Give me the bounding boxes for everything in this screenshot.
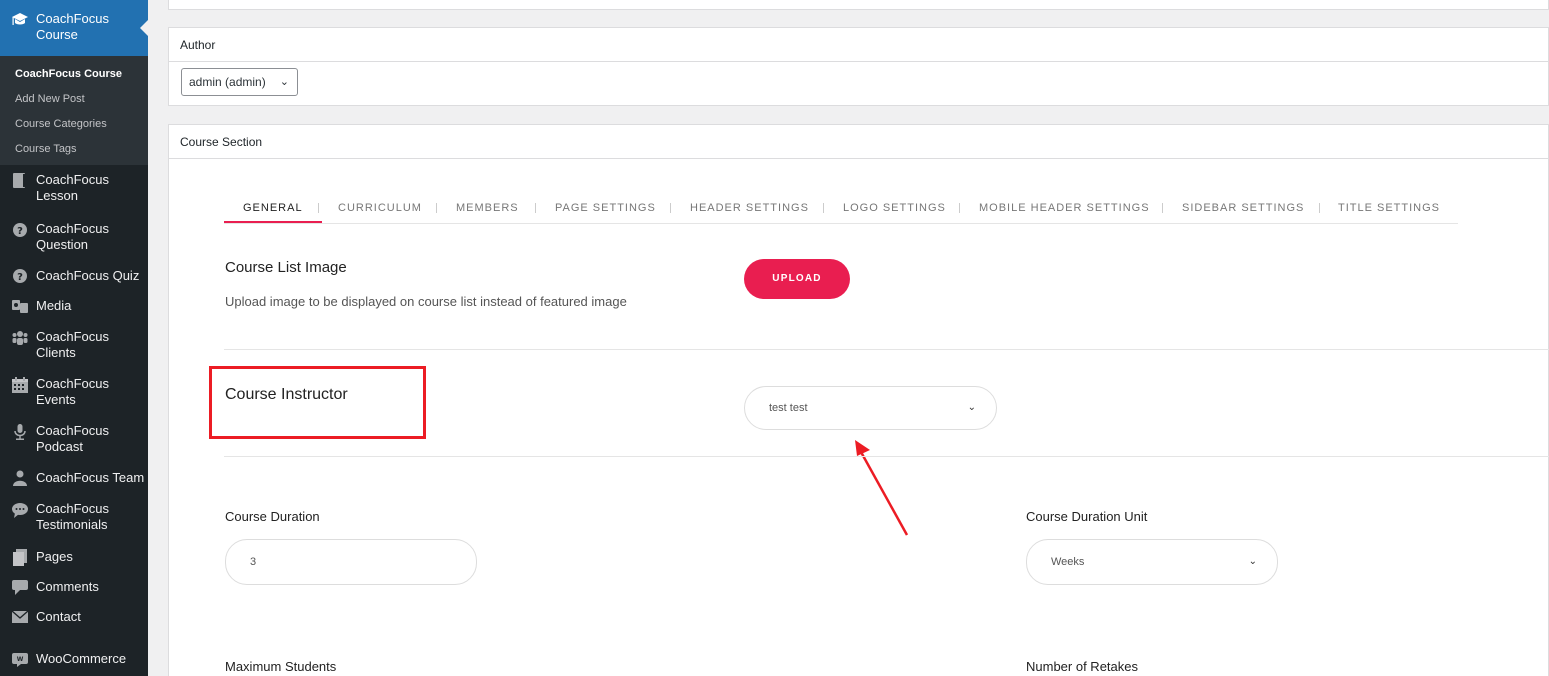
graduation-cap-icon <box>12 13 28 25</box>
sidebar-item-label: CoachFocus Course <box>36 11 109 42</box>
course-duration-value: 3 <box>250 556 257 568</box>
course-list-image-description: Upload image to be displayed on course l… <box>225 294 627 309</box>
envelope-icon <box>11 610 29 623</box>
sidebar-item-label: Comments <box>36 579 99 594</box>
tab-separator <box>318 203 319 213</box>
submenu-item-course-tags[interactable]: Course Tags <box>0 137 148 162</box>
course-instructor-select[interactable]: test test ⌄ <box>744 386 997 430</box>
sidebar-item-testimonials[interactable]: CoachFocus Testimonials <box>0 501 148 541</box>
course-duration-unit-value: Weeks <box>1051 556 1085 568</box>
sidebar-item-label: CoachFocus Clients <box>36 329 109 360</box>
sidebar-item-label: WooCommerce <box>36 651 127 666</box>
comment-icon <box>12 580 28 595</box>
sidebar-item-lesson[interactable]: CoachFocus Lesson <box>0 172 148 212</box>
person-icon <box>13 470 27 486</box>
tab-separator <box>436 203 437 213</box>
author-metabox: Author admin (admin) ⌄ <box>168 27 1549 106</box>
sidebar-item-label: Media <box>36 298 72 313</box>
chevron-down-icon: ⌄ <box>1248 556 1257 567</box>
tab-mobile-header-settings[interactable]: MOBILE HEADER SETTINGS <box>979 196 1150 223</box>
author-select-value: admin (admin) <box>189 75 266 89</box>
submenu-item-course-categories[interactable]: Course Categories <box>0 112 148 137</box>
sidebar-item-label: CoachFocus Lesson <box>36 172 109 203</box>
tab-header-settings[interactable]: HEADER SETTINGS <box>690 196 809 223</box>
sidebar-item-label: CoachFocus Question <box>36 221 109 252</box>
speech-bubble-icon <box>12 503 28 518</box>
tab-separator <box>535 203 536 213</box>
course-duration-label: Course Duration <box>225 509 320 524</box>
tab-separator <box>670 203 671 213</box>
sidebar-submenu: CoachFocus Course Add New Post Course Ca… <box>0 56 148 165</box>
question-circle-icon: ? <box>13 269 27 283</box>
sidebar-item-contact[interactable]: Contact <box>0 608 148 628</box>
sidebar-item-media[interactable]: Media <box>0 297 148 317</box>
course-instructor-value: test test <box>769 402 808 414</box>
sidebar-item-quiz[interactable]: ? CoachFocus Quiz <box>0 267 148 287</box>
number-of-retakes-label: Number of Retakes <box>1026 659 1138 674</box>
tab-logo-settings[interactable]: LOGO SETTINGS <box>843 196 946 223</box>
settings-tabs: GENERAL CURRICULUM MEMBERS PAGE SETTINGS… <box>224 196 1458 224</box>
sidebar-item-pages[interactable]: Pages <box>0 548 148 568</box>
sidebar-item-label: CoachFocus Podcast <box>36 423 109 454</box>
tab-general[interactable]: GENERAL <box>224 196 322 223</box>
tab-separator <box>823 203 824 213</box>
previous-metabox <box>168 0 1549 10</box>
sidebar-item-comments[interactable]: Comments <box>0 578 148 598</box>
tab-title-settings[interactable]: TITLE SETTINGS <box>1338 196 1440 223</box>
sidebar-item-label: Contact <box>36 609 81 624</box>
divider <box>224 456 1549 457</box>
tab-separator <box>959 203 960 213</box>
svg-text:?: ? <box>17 272 23 283</box>
maximum-students-label: Maximum Students <box>225 659 337 674</box>
sidebar-item-label: CoachFocus Quiz <box>36 268 140 283</box>
users-icon <box>12 331 28 345</box>
calendar-icon <box>12 377 28 393</box>
tab-members[interactable]: MEMBERS <box>456 196 519 223</box>
upload-button[interactable]: UPLOAD <box>744 259 850 299</box>
media-icon <box>12 300 28 313</box>
pages-icon <box>13 549 27 566</box>
svg-text:?: ? <box>17 226 23 237</box>
chevron-down-icon: ⌄ <box>967 402 976 413</box>
sidebar-item-question[interactable]: ? CoachFocus Question <box>0 221 148 261</box>
tab-separator <box>1319 203 1320 213</box>
book-icon <box>13 173 25 188</box>
sidebar-item-label: Pages <box>36 549 73 564</box>
sidebar-item-label: CoachFocus Events <box>36 376 109 407</box>
current-menu-arrow <box>140 20 148 36</box>
course-duration-unit-select[interactable]: Weeks ⌄ <box>1026 539 1278 585</box>
annotation-arrow <box>855 440 909 536</box>
svg-text:W: W <box>17 656 24 663</box>
question-circle-icon: ? <box>13 223 27 237</box>
sidebar-item-podcast[interactable]: CoachFocus Podcast <box>0 423 148 463</box>
sidebar-item-woocommerce[interactable]: W WooCommerce <box>0 650 148 670</box>
sidebar-item-team[interactable]: CoachFocus Team <box>0 469 148 489</box>
tab-sidebar-settings[interactable]: SIDEBAR SETTINGS <box>1182 196 1304 223</box>
chevron-down-icon: ⌄ <box>279 76 289 88</box>
sidebar-item-coachfocus-course[interactable]: CoachFocus Course <box>0 0 148 56</box>
course-duration-unit-label: Course Duration Unit <box>1026 509 1148 524</box>
sidebar-item-events[interactable]: CoachFocus Events <box>0 376 148 416</box>
author-select[interactable]: admin (admin) ⌄ <box>181 68 298 96</box>
microphone-icon <box>14 424 26 440</box>
author-heading: Author <box>169 28 1548 62</box>
course-duration-input[interactable]: 3 <box>225 539 477 585</box>
course-section-heading: Course Section <box>169 125 1548 159</box>
submenu-item-coachfocus-course[interactable]: CoachFocus Course <box>0 62 148 87</box>
annotation-highlight-box <box>209 366 426 439</box>
tab-separator <box>1162 203 1163 213</box>
woocommerce-icon: W <box>12 653 28 667</box>
submenu-item-add-new-post[interactable]: Add New Post <box>0 87 148 112</box>
sidebar-item-label: CoachFocus Team <box>36 470 145 485</box>
sidebar-item-clients[interactable]: CoachFocus Clients <box>0 329 148 369</box>
tab-page-settings[interactable]: PAGE SETTINGS <box>555 196 656 223</box>
tab-curriculum[interactable]: CURRICULUM <box>338 196 422 223</box>
sidebar-item-label: CoachFocus Testimonials <box>36 501 109 532</box>
divider <box>224 349 1549 350</box>
course-list-image-title: Course List Image <box>225 259 347 276</box>
admin-sidebar: CoachFocus Course CoachFocus Course Add … <box>0 0 148 676</box>
